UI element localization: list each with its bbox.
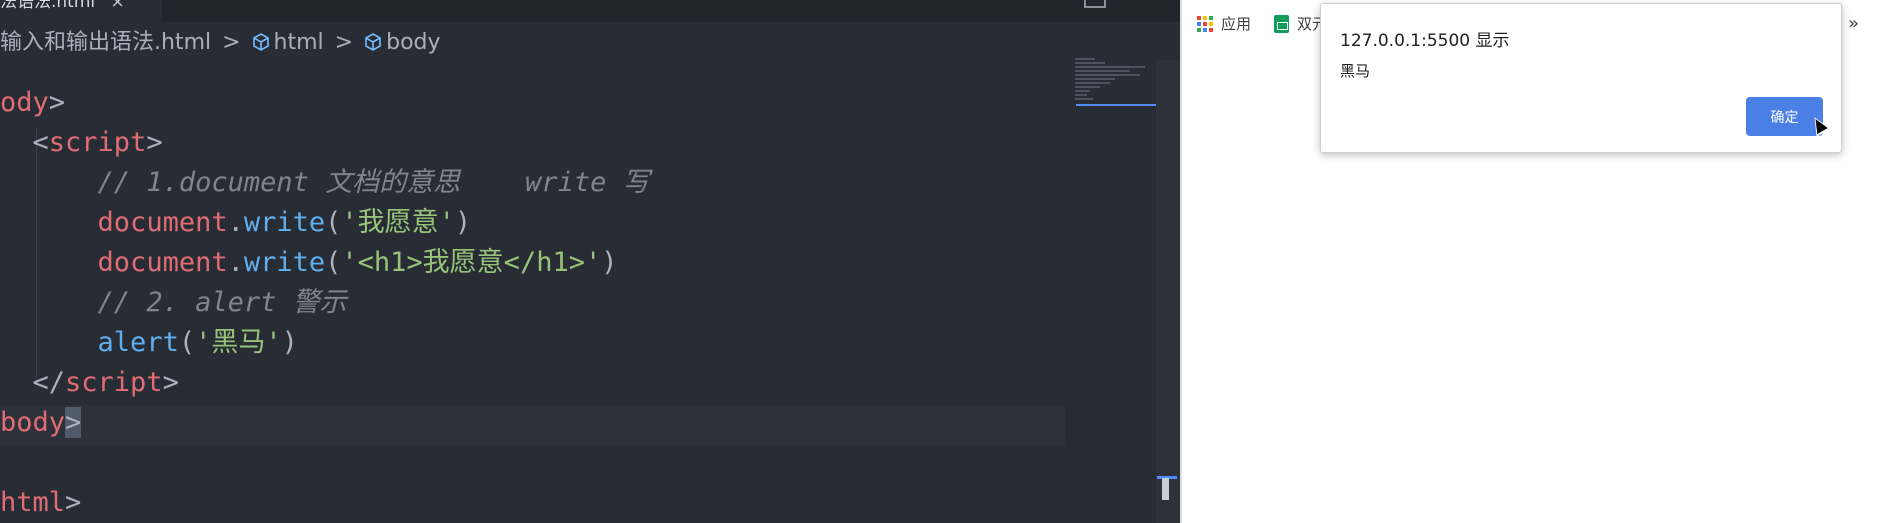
code-method: write [243, 247, 326, 278]
code-comment: // 1.document 文档的意思 write 写 [97, 167, 650, 198]
vertical-scrollbar[interactable] [1156, 60, 1180, 523]
minimap-viewport-line [1076, 104, 1156, 106]
tag-name: body [0, 407, 66, 438]
code-line: document.write('我愿意') [97, 207, 472, 238]
tag-name: ody [0, 87, 49, 118]
code-line: alert('黑马') [97, 327, 298, 358]
alert-origin: 127.0.0.1:5500 显示 [1340, 31, 1510, 51]
bookmarks-more-button[interactable]: » [1848, 13, 1859, 34]
code-comment: // 2. alert 警示 [97, 287, 347, 318]
tag-name: script [65, 367, 163, 398]
code-line: document.write('<h1>我愿意</h1>') [97, 247, 618, 278]
tab-close-icon[interactable]: × [111, 0, 125, 12]
ok-button[interactable]: 确定 [1746, 97, 1823, 136]
bookmark-apps[interactable]: 应用 [1197, 13, 1251, 34]
bracket-match: > [65, 407, 82, 438]
code-string: '我愿意' [341, 207, 455, 238]
code-line: ody> [0, 87, 66, 118]
tag-name: html [0, 487, 66, 518]
tab-title: 法语法.html [0, 0, 96, 12]
breadcrumb-html[interactable]: html [274, 30, 324, 55]
code-line: </script> [0, 367, 179, 398]
bookmark-apps-label: 应用 [1221, 15, 1252, 33]
breadcrumb-body[interactable]: body [386, 30, 440, 55]
chevron-right-icon: > [334, 30, 354, 55]
breadcrumb-file[interactable]: 输入和输出语法.html [0, 30, 211, 55]
symbol-cube-icon [252, 33, 269, 51]
code-string: '黑马' [195, 327, 282, 358]
code-object: document [97, 207, 228, 238]
tab-bar: 法语法.html × [0, 0, 1180, 22]
code-object: document [97, 247, 228, 278]
minimap[interactable] [1075, 58, 1155, 108]
code-function: alert [97, 327, 179, 358]
code-line: <script> [0, 127, 163, 158]
breadcrumb: 输入和输出语法.html > html > body [0, 26, 441, 60]
tab-file[interactable]: 法语法.html × [0, 0, 162, 22]
code-method: write [243, 207, 326, 238]
code-line: // 2. alert 警示 [0, 283, 347, 323]
alert-message: 黑马 [1340, 62, 1371, 80]
split-editor-icon[interactable] [1084, 0, 1106, 8]
code-editor[interactable]: 法语法.html × 输入和输出语法.html > html > body od… [0, 0, 1180, 523]
chevron-right-icon: > [222, 30, 241, 55]
tag-name: script [48, 127, 147, 158]
code-line: html> [0, 487, 82, 518]
scroll-thumb[interactable] [1162, 478, 1169, 500]
code-line: body> [0, 403, 82, 443]
alert-dialog: 127.0.0.1:5500 显示 黑马 确定 [1320, 3, 1842, 153]
code-line: // 1.document 文档的意思 write 写 [0, 163, 650, 203]
browser-window: 应用 双元 » 127.0.0.1:5500 显示 黑马 确定 [1180, 0, 1879, 523]
apps-grid-icon [1197, 15, 1213, 32]
spreadsheet-icon [1274, 14, 1289, 33]
current-line-highlight [0, 405, 1065, 445]
code-string: '<h1>我愿意</h1>' [341, 247, 602, 278]
symbol-cube-icon [365, 33, 381, 51]
